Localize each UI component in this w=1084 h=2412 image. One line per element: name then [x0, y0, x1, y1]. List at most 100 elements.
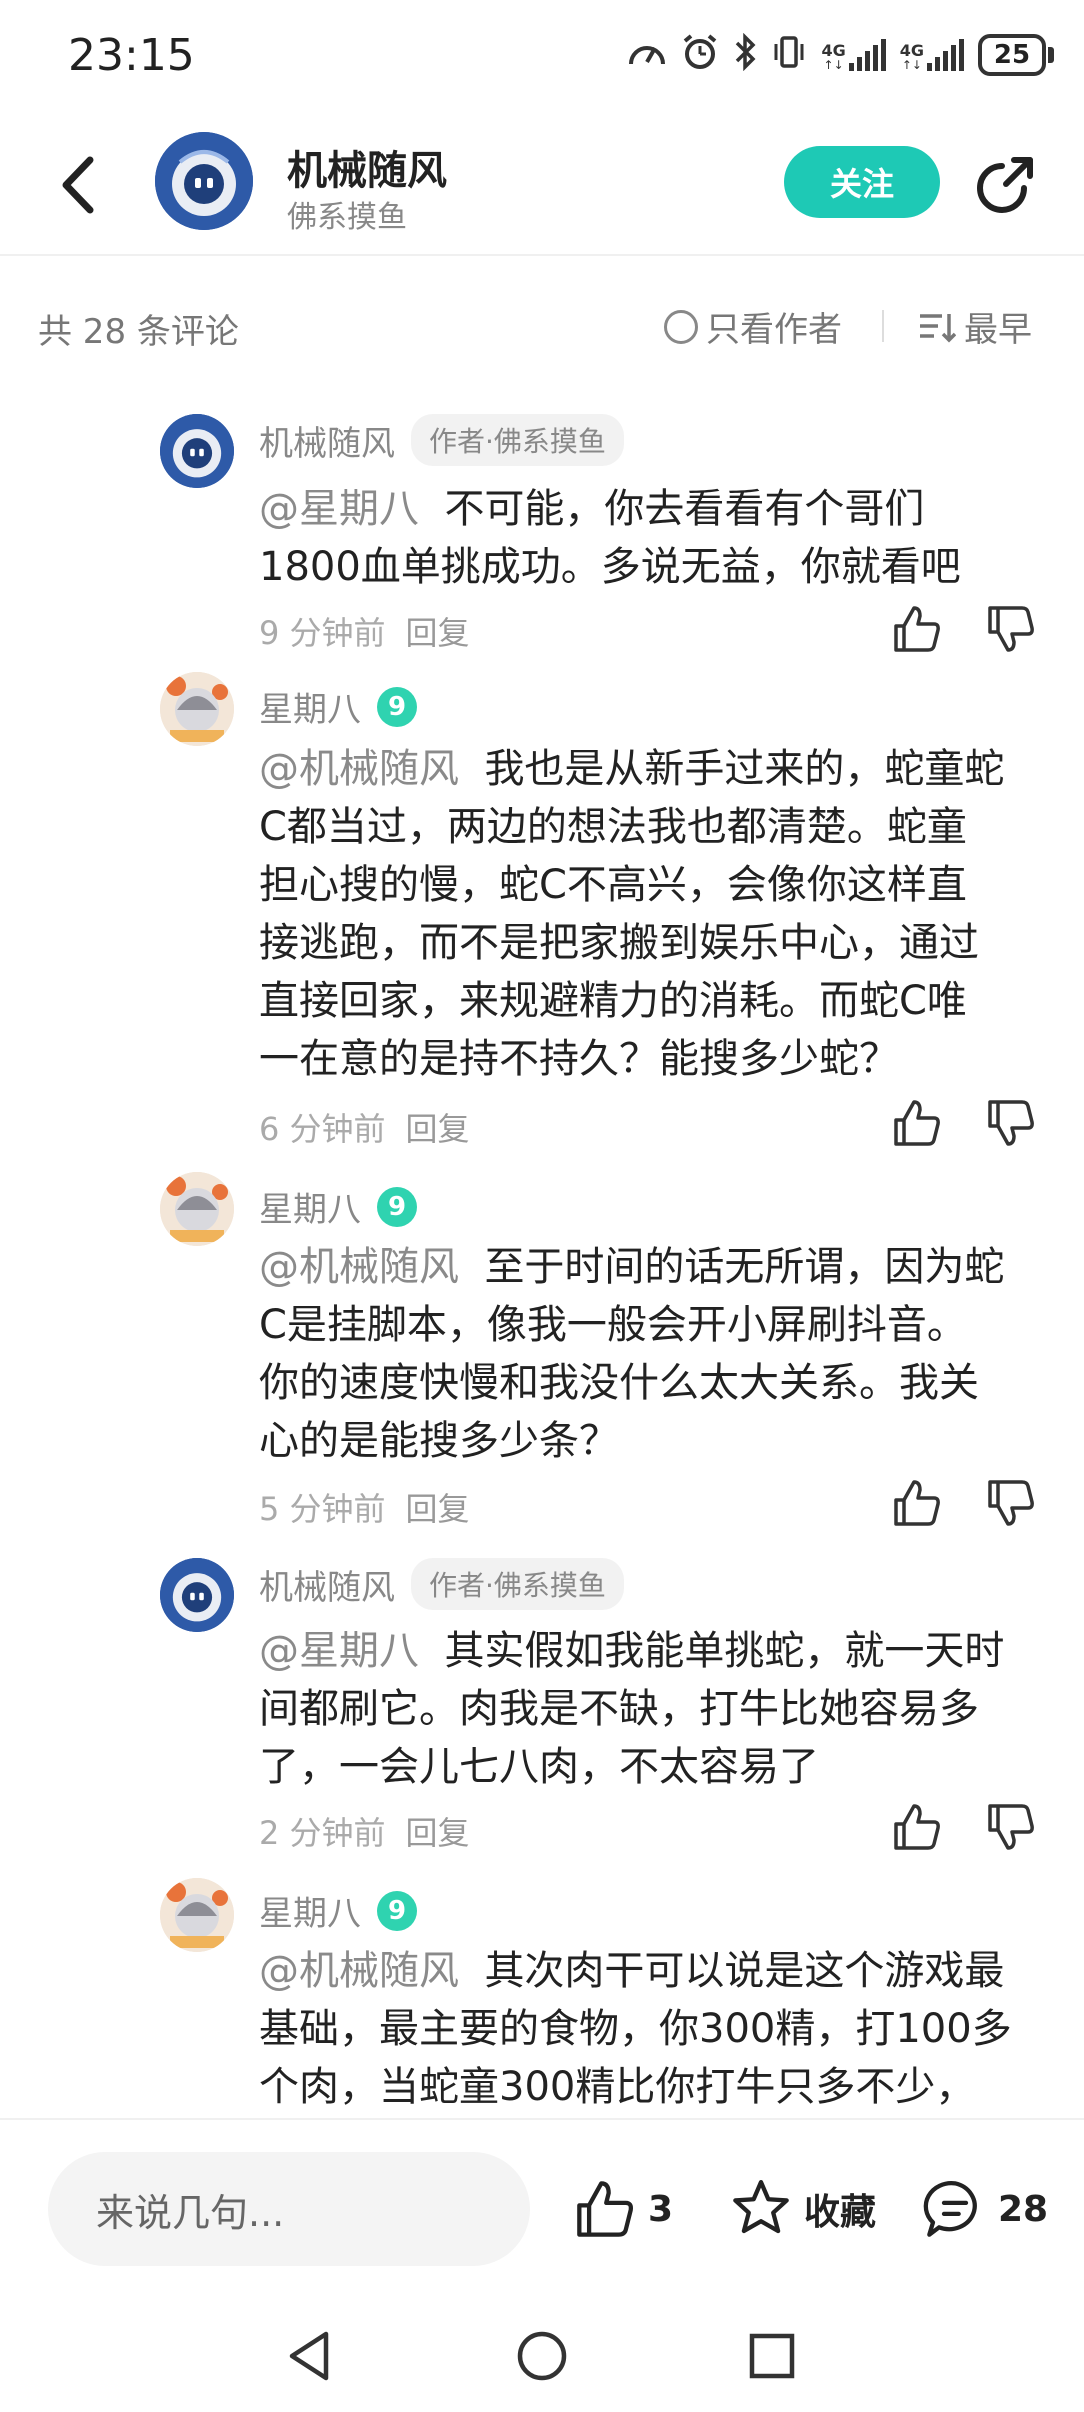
- net-label-2: 4G: [899, 41, 924, 60]
- comment-line: 间都刷它。肉我是不缺，打牛比她容易多: [259, 1686, 979, 1732]
- commenter-name[interactable]: 星期八: [259, 1182, 361, 1231]
- thumbs-down-icon[interactable]: [984, 602, 1038, 656]
- comment-button[interactable]: 28: [922, 2176, 1048, 2242]
- like-button[interactable]: 3: [572, 2176, 673, 2242]
- system-nav-bar: [0, 2298, 1084, 2412]
- thumbs-up-icon[interactable]: [890, 1096, 944, 1150]
- back-arrow-icon: [62, 156, 94, 214]
- follow-button[interactable]: 关注: [784, 146, 940, 218]
- bottom-action-bar: 来说几句... 3 收藏 28: [0, 2118, 1084, 2298]
- anime-avatar-icon: [160, 1172, 234, 1246]
- speed-icon: [627, 34, 667, 76]
- comment-time: 2 分钟前: [259, 1814, 386, 1852]
- screen: 23:15 4G ↑↓ 4G ↑↓ 25 机械随风 佛系摸鱼 关注 共 28 条…: [0, 0, 1084, 2412]
- reply-button[interactable]: 回复: [406, 1808, 470, 1854]
- comment-text: @星期八 不可能，你去看看有个哥们 1800血单挑成功。多说无益，你就看吧: [259, 480, 1049, 596]
- author-avatar[interactable]: [155, 132, 253, 230]
- author-badge: 作者·佛系摸鱼: [411, 414, 624, 466]
- author-subtitle: 佛系摸鱼: [287, 200, 407, 235]
- thumbs-up-icon[interactable]: [890, 1476, 944, 1530]
- sort-label: 最早: [964, 310, 1032, 350]
- thumbs-down-icon[interactable]: [984, 1800, 1038, 1854]
- anime-avatar-icon: [160, 672, 234, 746]
- comment-line: 其次肉干可以说是这个游戏最: [484, 1948, 1005, 1994]
- comment-time: 9 分钟前: [259, 614, 386, 652]
- signal-1: 4G ↑↓: [821, 39, 886, 71]
- nav-back-icon[interactable]: [280, 2326, 340, 2386]
- mention[interactable]: @机械随风: [259, 1948, 459, 1994]
- comment-header: 星期八 9: [259, 1886, 417, 1935]
- back-button[interactable]: [50, 150, 110, 220]
- mention[interactable]: @星期八: [259, 1628, 419, 1674]
- level-badge: 9: [377, 1890, 417, 1931]
- status-bar: 23:15 4G ↑↓ 4G ↑↓ 25: [0, 0, 1084, 110]
- thumbs-up-icon[interactable]: [890, 602, 944, 656]
- mention[interactable]: @星期八: [259, 486, 419, 532]
- status-icons: 4G ↑↓ 4G ↑↓ 25: [627, 30, 1054, 80]
- sort-button[interactable]: 最早: [918, 302, 1032, 351]
- comment-actions: [890, 1800, 1038, 1854]
- mention[interactable]: @机械随风: [259, 1244, 459, 1290]
- comment-line: 了，一会儿七八肉，不太容易了: [259, 1744, 819, 1790]
- like-count: 3: [648, 2188, 674, 2230]
- reply-button[interactable]: 回复: [406, 1104, 470, 1150]
- comment-count: 28: [998, 2188, 1049, 2230]
- comment-count-text: 共 28 条评论: [38, 312, 239, 352]
- thumbs-down-icon[interactable]: [984, 1476, 1038, 1530]
- commenter-name[interactable]: 机械随风: [259, 416, 395, 465]
- comment-line: 你的速度快慢和我没什么太大关系。我关: [259, 1360, 979, 1406]
- mention[interactable]: @机械随风: [259, 746, 459, 792]
- comment-meta: 9 分钟前 回复: [259, 608, 470, 654]
- nav-recents-icon[interactable]: [742, 2326, 802, 2386]
- robot-avatar-icon: [155, 132, 253, 230]
- sort-icon: [920, 313, 956, 342]
- star-icon: [733, 2179, 789, 2234]
- comment-bubble-icon: [923, 2180, 977, 2237]
- comment-header: 机械随风 作者·佛系摸鱼: [259, 414, 624, 466]
- commenter-avatar[interactable]: [160, 414, 234, 488]
- level-badge: 9: [377, 686, 417, 727]
- thumbs-down-icon[interactable]: [984, 1096, 1038, 1150]
- net-label-1: 4G: [821, 41, 846, 60]
- comment-actions: [890, 602, 1038, 656]
- signal-2: 4G ↑↓: [900, 39, 964, 71]
- reply-button[interactable]: 回复: [406, 1484, 470, 1530]
- comment-line: 担心搜的慢，蛇C不高兴，会像你这样直: [259, 862, 967, 908]
- nav-home-icon[interactable]: [512, 2326, 572, 2386]
- comment-item: 星期八 9 @机械随风 其次肉干可以说是这个游戏最 基础，最主要的食物，你300…: [0, 1864, 1084, 2118]
- comment-meta: 2 分钟前 回复: [259, 1808, 470, 1854]
- vibrate-icon: [771, 34, 807, 76]
- comment-line: 其实假如我能单挑蛇，就一天时: [444, 1628, 1005, 1674]
- favorite-button[interactable]: 收藏: [728, 2176, 876, 2242]
- author-name[interactable]: 机械随风: [287, 138, 447, 196]
- radio-circle-icon: [664, 309, 698, 344]
- commenter-name[interactable]: 星期八: [259, 682, 361, 731]
- comment-actions: [890, 1096, 1038, 1150]
- author-badge: 作者·佛系摸鱼: [411, 1558, 624, 1610]
- comment-input[interactable]: 来说几句...: [48, 2152, 530, 2266]
- bluetooth-icon: [733, 32, 757, 77]
- anime-avatar-icon: [160, 1878, 234, 1952]
- only-author-toggle[interactable]: 只看作者: [664, 302, 842, 351]
- share-button[interactable]: [972, 150, 1040, 218]
- comment-line: 心的是能搜多少条？: [259, 1418, 619, 1464]
- toolbar-divider: [882, 310, 884, 342]
- battery-icon: 25: [978, 34, 1054, 76]
- commenter-name[interactable]: 星期八: [259, 1886, 361, 1935]
- reply-button[interactable]: 回复: [406, 608, 470, 654]
- comment-line: 1800血单挑成功。多说无益，你就看吧: [259, 544, 961, 590]
- commenter-avatar[interactable]: [160, 1172, 234, 1246]
- commenter-avatar[interactable]: [160, 1878, 234, 1952]
- comment-line: 至于时间的话无所谓，因为蛇: [484, 1244, 1005, 1290]
- comment-time: 6 分钟前: [259, 1110, 386, 1148]
- comment-line: 一在意的是持不持久？能搜多少蛇？: [259, 1036, 899, 1082]
- comment-meta: 6 分钟前 回复: [259, 1104, 470, 1150]
- favorite-label: 收藏: [804, 2192, 877, 2233]
- battery-level: 25: [978, 34, 1046, 76]
- thumbs-up-icon[interactable]: [890, 1800, 944, 1854]
- commenter-avatar[interactable]: [160, 672, 234, 746]
- commenter-avatar[interactable]: [160, 1558, 234, 1632]
- comment-text: @星期八 其实假如我能单挑蛇，就一天时 间都刷它。肉我是不缺，打牛比她容易多 了…: [259, 1622, 1049, 1796]
- commenter-name[interactable]: 机械随风: [259, 1560, 395, 1609]
- share-icon: [977, 157, 1033, 213]
